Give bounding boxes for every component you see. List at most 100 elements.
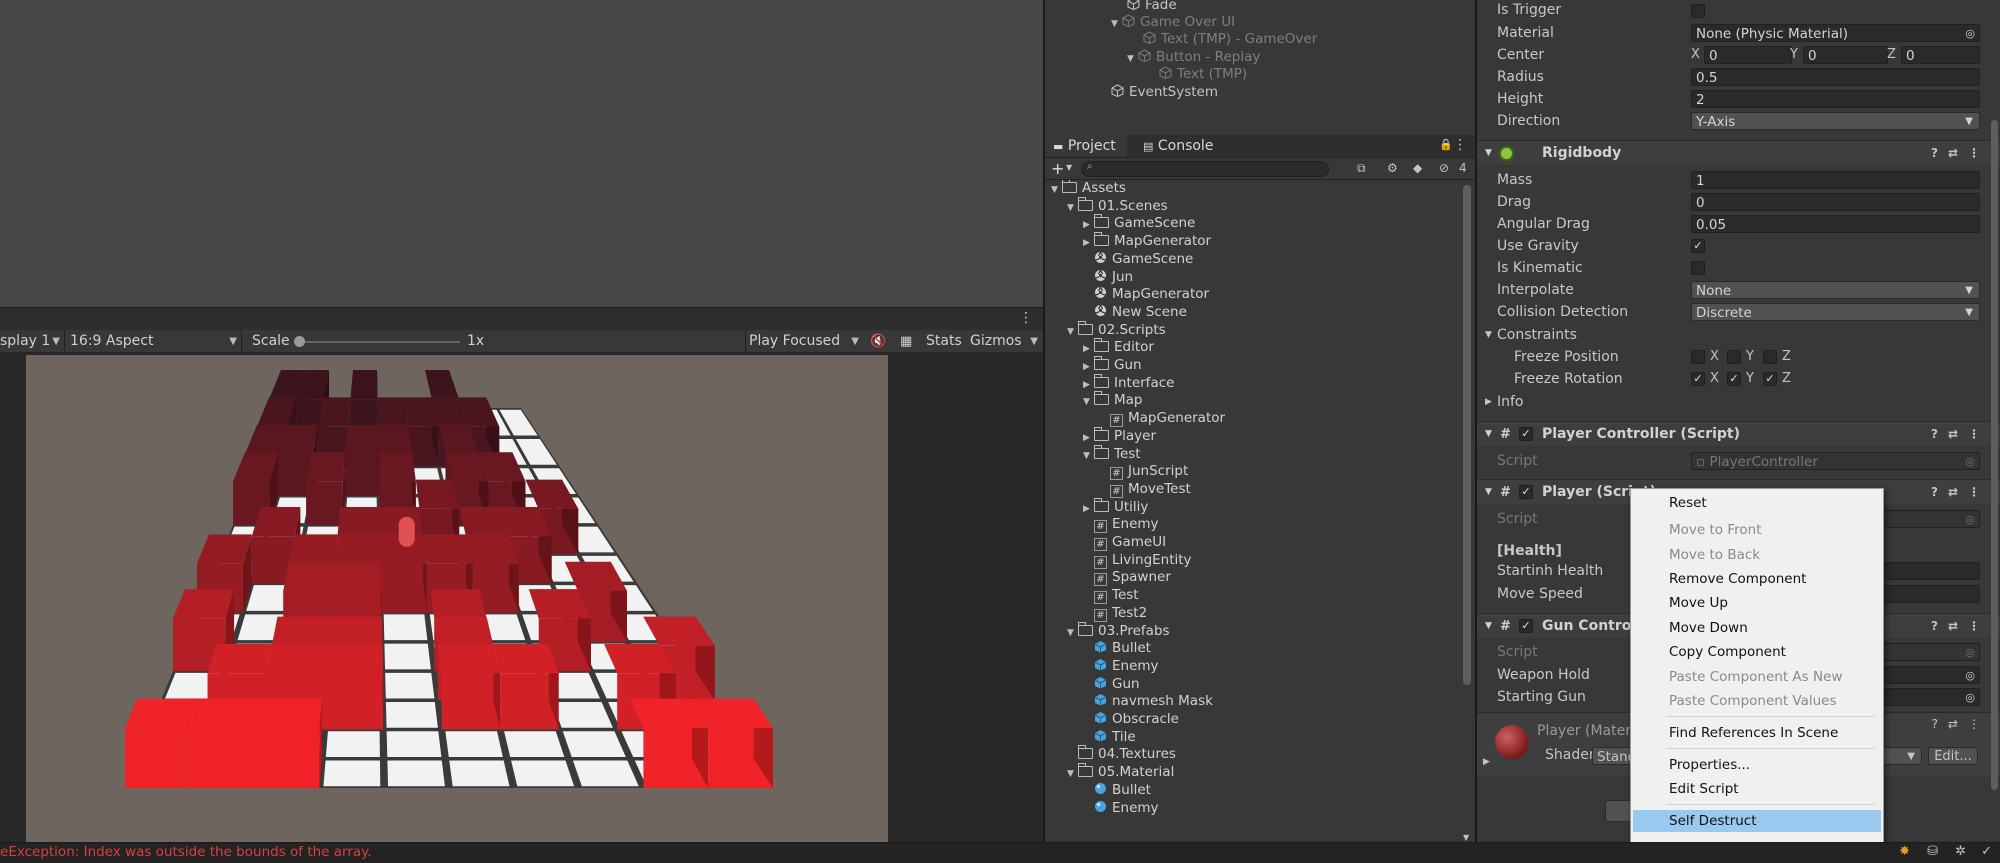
play-mode-dropdown[interactable]: Play Focused ▼ (745, 330, 863, 353)
menu-item-properties[interactable]: Properties... (1633, 754, 1881, 776)
menu-item-find-references-in-scene[interactable]: Find References In Scene (1633, 722, 1881, 744)
player-controller-header[interactable]: ▼ # ✓ Player Controller (Script) ?⇄⋮ (1477, 421, 2000, 446)
project-item[interactable]: ▶ Gun (1083, 356, 1142, 375)
hierarchy-item[interactable]: EventSystem (1111, 83, 1218, 101)
label-icon[interactable]: ◆ (1413, 161, 1422, 175)
project-item[interactable]: ▶ GameScene (1083, 214, 1195, 233)
menu-item-reset[interactable]: Reset (1633, 492, 1881, 514)
project-item[interactable]: Obscracle (1083, 711, 1179, 729)
info-row[interactable]: ▶ Info (1477, 391, 2000, 413)
lock-icon[interactable]: 🔒 (1439, 138, 1453, 151)
expand-arrow-icon[interactable]: ▼ (1067, 766, 1078, 784)
project-item[interactable]: # JunScript (1099, 463, 1188, 481)
project-item[interactable]: ▼ Map (1083, 391, 1143, 412)
project-item[interactable]: # Enemy (1083, 516, 1159, 534)
freeze-position-z-checkbox[interactable] (1763, 350, 1777, 364)
expand-arrow-icon[interactable]: ▼ (1127, 50, 1138, 68)
keyboard-shortcuts-icon[interactable]: ▦ (900, 330, 912, 353)
project-item[interactable]: ▼ 02.Scripts (1067, 320, 1166, 342)
expand-arrow-icon[interactable]: ▶ (1483, 757, 1490, 767)
expand-arrow-icon[interactable]: ▼ (1067, 625, 1078, 643)
menu-item-self-destruct[interactable]: Self Destruct (1633, 810, 1881, 832)
direction-dropdown[interactable]: Y-Axis ▼ (1691, 112, 1980, 130)
edit-shader-button[interactable]: Edit... (1928, 747, 1978, 765)
project-item[interactable]: # GameUI (1083, 534, 1166, 552)
scrollbar-thumb[interactable] (1463, 185, 1471, 685)
freeze-rotation-y-checkbox[interactable]: ✓ (1727, 372, 1741, 386)
freeze-position-y-checkbox[interactable] (1727, 350, 1741, 364)
project-item[interactable]: ▶ Interface (1083, 373, 1174, 393)
object-picker-icon[interactable]: ◎ (1965, 689, 1975, 707)
expand-arrow-icon[interactable]: ▼ (1083, 394, 1094, 412)
project-item[interactable]: ▶ Editor (1083, 338, 1154, 357)
project-item[interactable]: Tile (1083, 729, 1136, 747)
radius-field[interactable]: 0.5 (1691, 68, 1980, 86)
menu-item-move-down[interactable]: Move Down (1633, 617, 1881, 639)
project-item[interactable]: ▼ Test (1083, 444, 1141, 464)
menu-item-move-up[interactable]: Move Up (1633, 592, 1881, 614)
cache-server-icon[interactable]: ⛁ (1927, 844, 1938, 859)
component-header-icons[interactable]: ?⇄⋮ (1931, 614, 1990, 639)
component-header-icons[interactable]: ?⇄⋮ (1931, 141, 1990, 166)
project-item[interactable]: Gun (1083, 676, 1140, 694)
mass-field[interactable]: 1 (1691, 171, 1980, 189)
scale-slider-track[interactable] (300, 341, 460, 343)
is-trigger-checkbox[interactable] (1691, 4, 1705, 18)
collab-status-icon[interactable]: ✓ (1981, 844, 1992, 859)
freeze-rotation-x-checkbox[interactable]: ✓ (1691, 372, 1705, 386)
gizmos-dropdown[interactable]: Gizmos ▼ (970, 330, 1042, 353)
component-header-icons[interactable]: ?⇄⋮ (1931, 480, 1990, 505)
project-item[interactable]: ▶ Player (1083, 426, 1156, 446)
project-item[interactable]: ▶ Utiliy (1083, 497, 1148, 517)
collapse-arrow-icon[interactable]: ▼ (1485, 141, 1492, 166)
expand-arrow-icon[interactable]: ▼ (1051, 182, 1062, 200)
component-header-icons[interactable]: ?⇄⋮ (1932, 717, 1990, 731)
object-picker-icon[interactable]: ◎ (1965, 25, 1975, 43)
scene-view[interactable] (0, 0, 1043, 307)
angular-drag-field[interactable]: 0.05 (1691, 215, 1980, 233)
is-kinematic-checkbox[interactable] (1691, 261, 1705, 275)
expand-arrow-icon[interactable]: ▼ (1067, 200, 1078, 218)
aspect-dropdown[interactable]: 16:9 Aspect ▼ (70, 330, 242, 353)
chevron-down-icon[interactable]: ▼ (1066, 163, 1072, 172)
enabled-checkbox[interactable]: ✓ (1519, 427, 1533, 441)
mute-audio-icon[interactable]: 🔇 (870, 330, 886, 353)
collapse-arrow-icon[interactable]: ▼ (1485, 324, 1492, 346)
freeze-rotation-z-checkbox[interactable]: ✓ (1763, 372, 1777, 386)
game-render[interactable] (26, 355, 888, 843)
menu-item-edit-script[interactable]: Edit Script (1633, 778, 1881, 800)
expand-arrow-icon[interactable]: ▼ (1111, 15, 1122, 33)
project-item[interactable]: MapGenerator (1083, 286, 1209, 304)
project-item[interactable]: ▼ Assets (1051, 180, 1126, 198)
collapse-arrow-icon[interactable]: ▼ (1485, 614, 1492, 639)
debug-mode-icon[interactable]: ✲ (1955, 844, 1966, 859)
project-item[interactable]: Jun (1083, 269, 1133, 287)
project-item[interactable]: ▼ 05.Material (1067, 763, 1174, 784)
project-item[interactable]: Bullet (1083, 640, 1151, 658)
project-item[interactable]: ▼ 01.Scenes (1067, 196, 1168, 218)
center-y-field[interactable]: 0 (1803, 46, 1888, 64)
rigidbody-header[interactable]: ▼ Rigidbody ?⇄⋮ (1477, 140, 2000, 165)
search-input[interactable]: ⌕ (1081, 161, 1329, 177)
search-by-type-icon[interactable]: ⧉ (1357, 161, 1366, 176)
scrollbar[interactable]: ▼ (1463, 185, 1471, 842)
project-item[interactable]: ▼ 03.Prefabs (1067, 621, 1170, 643)
hierarchy-item[interactable]: ▼ Game Over UI (1111, 13, 1235, 31)
drag-field[interactable]: 0 (1691, 193, 1980, 211)
freeze-position-x-checkbox[interactable] (1691, 350, 1705, 364)
project-item[interactable]: # Test2 (1083, 605, 1147, 623)
project-item[interactable]: # LivingEntity (1083, 552, 1192, 570)
menu-item-copy-component[interactable]: Copy Component (1633, 641, 1881, 663)
project-item[interactable]: # MoveTest (1099, 481, 1191, 499)
stats-button[interactable]: Stats (926, 330, 962, 353)
scrollbar-thumb[interactable] (1991, 120, 1998, 790)
expand-arrow-icon[interactable]: ▼ (1067, 324, 1078, 342)
tab-project[interactable]: ▬ Project (1045, 135, 1127, 157)
add-icon[interactable]: + (1051, 159, 1064, 178)
scale-slider-thumb[interactable] (294, 336, 305, 347)
project-item[interactable]: ▶ MapGenerator (1083, 232, 1211, 251)
console-error-message[interactable]: eException: Index was outside the bounds… (0, 844, 372, 860)
project-item[interactable]: # MapGenerator (1099, 410, 1225, 428)
collapse-arrow-icon[interactable]: ▼ (1485, 422, 1492, 447)
scroll-down-icon[interactable]: ▼ (1463, 833, 1469, 842)
